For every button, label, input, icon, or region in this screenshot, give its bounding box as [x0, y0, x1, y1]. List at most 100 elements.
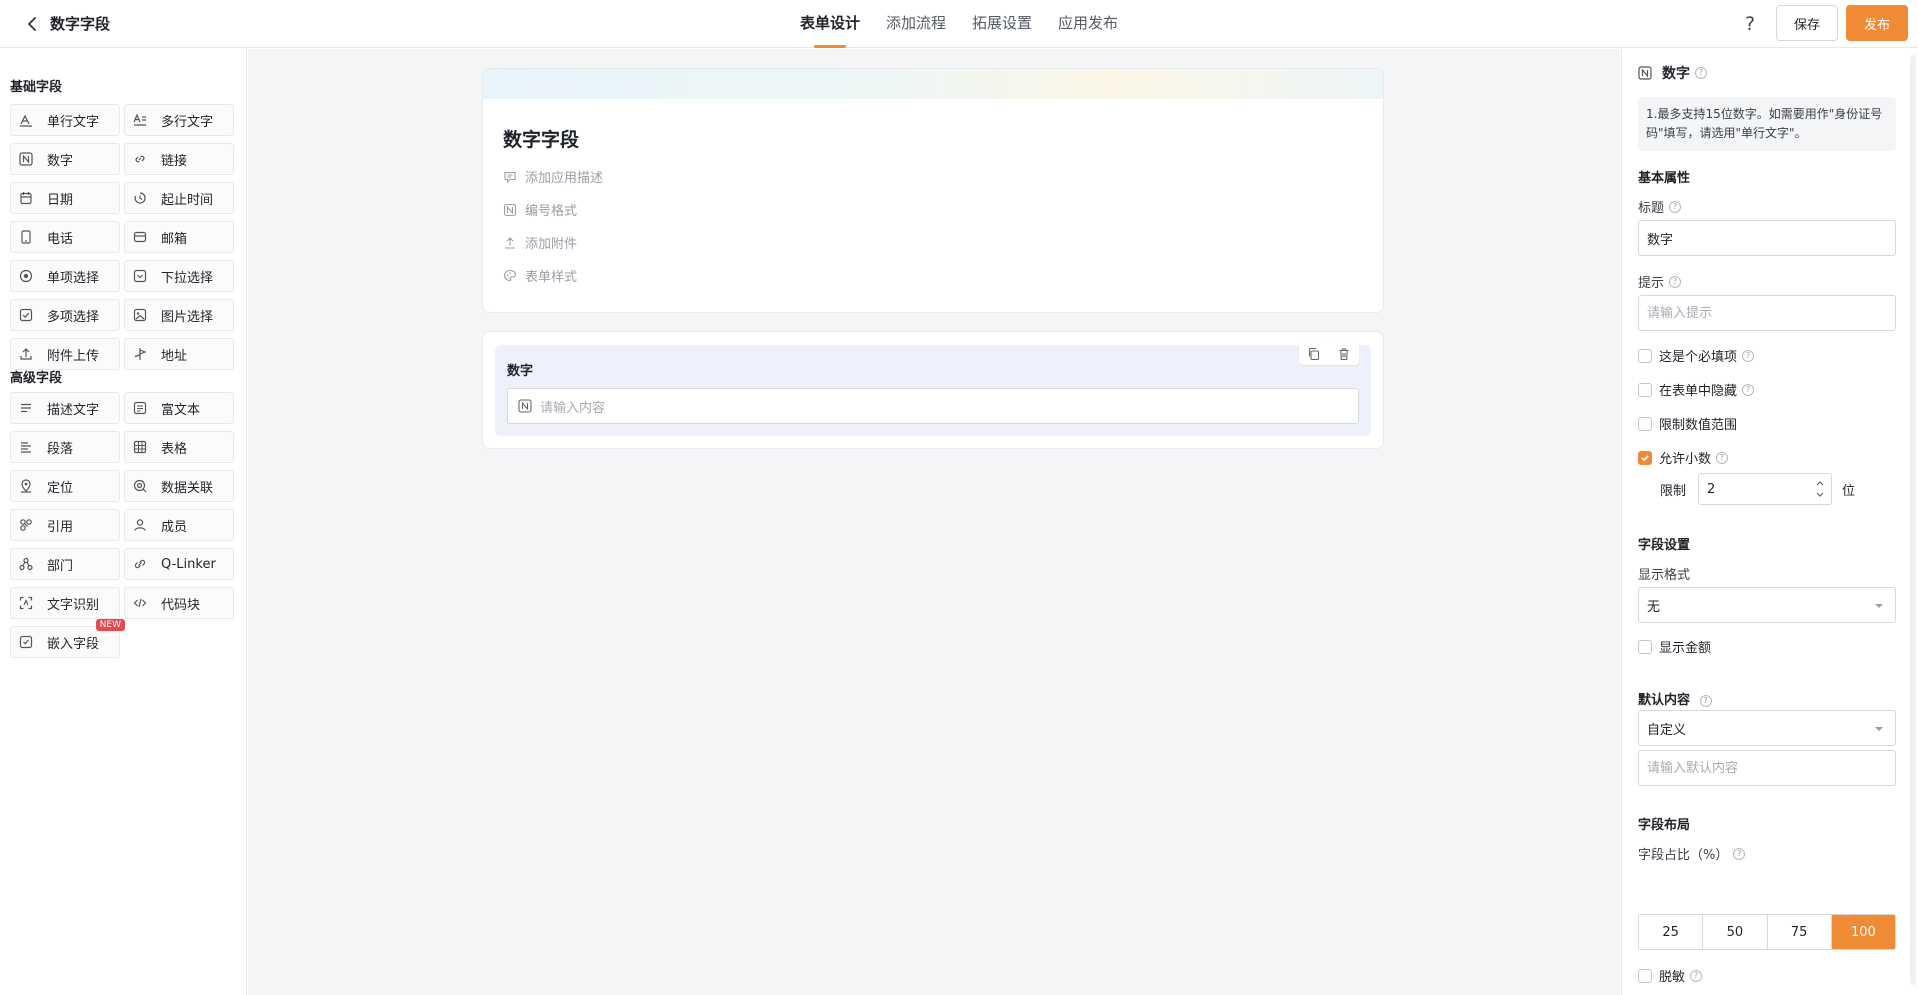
field-item-department[interactable]: 部门 [10, 548, 120, 580]
field-item-ocr[interactable]: 文字识别 [10, 587, 120, 619]
display-format-select[interactable]: 无 [1638, 587, 1896, 623]
publish-button[interactable]: 发布 [1846, 5, 1908, 41]
ratio-label-row: 字段占比（%） ? [1638, 844, 1746, 863]
help-circle-icon[interactable]: ? [1733, 847, 1746, 860]
stepper-arrows[interactable] [1815, 480, 1825, 498]
number-icon [518, 399, 532, 413]
hint-input[interactable] [1638, 295, 1896, 331]
basic-fields-grid: 单行文字 多行文字 数字 链接 日期 起止时间 电话 邮箱 单项选择 下拉选择 … [10, 104, 234, 370]
save-button[interactable]: 保存 [1776, 5, 1838, 41]
field-item-member[interactable]: 成员 [124, 509, 234, 541]
desensitize-checkbox[interactable]: 脱敏 ? [1638, 966, 1703, 985]
field-item-label: 描述文字 [47, 402, 100, 418]
back-button[interactable] [20, 12, 44, 36]
field-item-attachment-upload[interactable]: 附件上传 [10, 338, 120, 370]
checkbox-box [1638, 382, 1652, 397]
field-item-email[interactable]: 邮箱 [124, 221, 234, 253]
tab-app-publish[interactable]: 应用发布 [1058, 0, 1118, 48]
help-circle-icon[interactable]: ? [1669, 200, 1682, 213]
panel-scrollbar[interactable] [1910, 55, 1916, 985]
meta-label: 添加附件 [525, 237, 578, 252]
field-item-time-range[interactable]: 起止时间 [124, 182, 234, 214]
rich-text-icon [133, 401, 147, 415]
add-description-link[interactable]: 添加应用描述 [503, 167, 603, 186]
form-style-link[interactable]: 表单样式 [503, 266, 577, 285]
ratio-option-75[interactable]: 75 [1768, 915, 1832, 949]
chevron-down-icon[interactable] [1816, 492, 1824, 498]
show-amount-checkbox[interactable]: 显示金额 [1638, 637, 1711, 656]
required-checkbox[interactable]: 这是个必填项 ? [1638, 346, 1755, 365]
help-circle-icon[interactable]: ? [1690, 969, 1703, 982]
multi-line-text-icon [133, 113, 147, 127]
default-value-input[interactable] [1638, 750, 1896, 786]
ratio-option-50[interactable]: 50 [1703, 915, 1768, 949]
form-header-card: 数字字段 添加应用描述 编号格式 添加附件 表单样式 [482, 68, 1384, 313]
field-item-table[interactable]: 表格 [124, 431, 234, 463]
field-item-reference[interactable]: 引用 [10, 509, 120, 541]
help-circle-icon[interactable]: ? [1716, 451, 1729, 464]
field-item-label: 数据关联 [161, 480, 214, 496]
field-item-rich-text[interactable]: 富文本 [124, 392, 234, 424]
field-item-label: Q-Linker [161, 556, 216, 572]
input-placeholder: 请输入内容 [540, 400, 606, 416]
field-item-q-linker[interactable]: Q-Linker [124, 548, 234, 580]
palette-icon [503, 269, 517, 283]
number-format-link[interactable]: 编号格式 [503, 200, 577, 219]
help-button[interactable]: ? [1736, 10, 1764, 38]
ratio-option-25[interactable]: 25 [1639, 915, 1704, 949]
trash-icon [1339, 348, 1349, 361]
help-circle-icon[interactable]: ? [1742, 383, 1755, 396]
decimal-places-input[interactable] [1699, 474, 1810, 504]
field-item-paragraph[interactable]: 段落 [10, 431, 120, 463]
copy-field-button[interactable] [1305, 345, 1323, 363]
field-item-single-line-text[interactable]: 单行文字 [10, 104, 120, 136]
hint-label: 提示 [1638, 276, 1665, 291]
help-circle-icon[interactable]: ? [1695, 67, 1707, 79]
delete-field-button[interactable] [1335, 345, 1353, 363]
field-item-label: 下拉选择 [161, 270, 214, 286]
field-item-label: 地址 [161, 348, 188, 364]
single-line-text-icon [19, 113, 33, 127]
field-item-date[interactable]: 日期 [10, 182, 120, 214]
add-attachment-link[interactable]: 添加附件 [503, 233, 577, 252]
field-item-image-choice[interactable]: 图片选择 [124, 299, 234, 331]
hide-in-form-checkbox[interactable]: 在表单中隐藏 ? [1638, 380, 1755, 399]
phone-icon [19, 230, 33, 244]
field-item-phone[interactable]: 电话 [10, 221, 120, 253]
field-item-code-block[interactable]: 代码块 [124, 587, 234, 619]
number-input[interactable]: 请输入内容 [507, 388, 1359, 424]
props-header-title: 数字 [1662, 66, 1690, 82]
allow-decimal-checkbox[interactable]: 允许小数 ? [1638, 448, 1729, 467]
field-item-label: 代码块 [161, 597, 201, 613]
title-input[interactable] [1638, 220, 1896, 256]
field-item-multi-line-text[interactable]: 多行文字 [124, 104, 234, 136]
ratio-option-100[interactable]: 100 [1831, 915, 1895, 949]
chevron-left-icon [28, 17, 36, 31]
advanced-fields-title: 高级字段 [10, 371, 63, 386]
tab-extend-settings[interactable]: 拓展设置 [972, 0, 1032, 48]
code-icon [133, 596, 147, 610]
field-item-multi-choice[interactable]: 多项选择 [10, 299, 120, 331]
help-circle-icon[interactable]: ? [1699, 694, 1712, 707]
field-item-data-link[interactable]: 数据关联 [124, 470, 234, 502]
field-item-address[interactable]: 地址 [124, 338, 234, 370]
title-label-row: 标题 ? [1638, 197, 1682, 216]
field-item-dropdown[interactable]: 下拉选择 [124, 260, 234, 292]
help-circle-icon[interactable]: ? [1742, 349, 1755, 362]
field-item-description-text[interactable]: 描述文字 [10, 392, 120, 424]
field-item-label: 多项选择 [47, 309, 100, 325]
field-item-link[interactable]: 链接 [124, 143, 234, 175]
selected-field-block[interactable]: 数字 请输入内容 [495, 343, 1371, 436]
field-item-location[interactable]: 定位 [10, 470, 120, 502]
decimal-places-stepper[interactable] [1698, 473, 1833, 505]
default-type-select[interactable]: 自定义 [1638, 710, 1896, 746]
field-item-single-choice[interactable]: 单项选择 [10, 260, 120, 292]
field-item-number[interactable]: 数字 [10, 143, 120, 175]
ocr-icon [19, 596, 33, 610]
limit-range-checkbox[interactable]: 限制数值范围 [1638, 414, 1737, 433]
field-item-embed-field[interactable]: 嵌入字段 NEW [10, 619, 125, 658]
tab-add-flow[interactable]: 添加流程 [886, 0, 946, 48]
help-circle-icon[interactable]: ? [1669, 275, 1682, 288]
chevron-up-icon[interactable] [1816, 480, 1824, 486]
tab-form-design[interactable]: 表单设计 [800, 0, 860, 48]
